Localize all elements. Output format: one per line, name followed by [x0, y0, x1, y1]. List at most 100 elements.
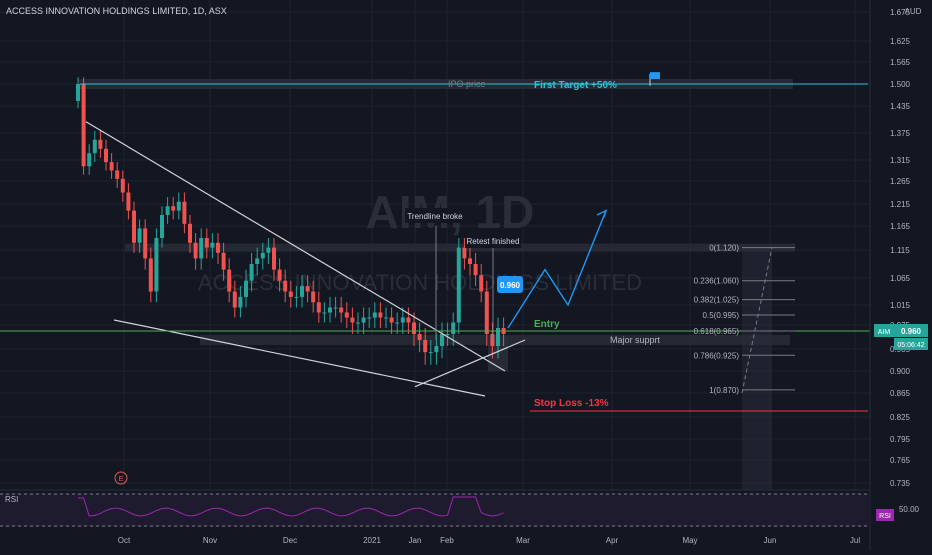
candle-body	[283, 280, 288, 292]
candle-body	[473, 264, 478, 276]
ipo-price-label: IPO price	[448, 79, 486, 89]
rsi-panel: RSI 50.00 RSI	[0, 489, 920, 527]
y-tick-label: 1.625	[890, 37, 911, 46]
x-tick-label: Apr	[606, 536, 619, 545]
candle-body	[305, 286, 310, 292]
candle-body	[412, 322, 416, 334]
symbol-title: ACCESS INNOVATION HOLDINGS LIMITED, 1D, …	[6, 6, 227, 16]
candle-body	[104, 148, 108, 163]
candle-body	[132, 210, 136, 243]
first-target-label: First Target +50%	[534, 80, 617, 91]
y-tick-label: 0.735	[890, 479, 911, 488]
candle-body	[406, 317, 411, 323]
candle-body	[238, 296, 243, 308]
x-tick-label: Oct	[118, 536, 131, 545]
candle-body	[417, 334, 422, 340]
y-tick-label: 0.825	[890, 413, 911, 422]
x-tick-label: Dec	[283, 536, 297, 545]
candle-body	[311, 291, 316, 303]
fib-level-label: 0(1.120)	[709, 244, 739, 253]
candle-body	[328, 307, 332, 313]
candle-body	[316, 302, 321, 313]
drawings	[0, 72, 870, 412]
candle-body	[440, 334, 444, 346]
forecast-arrowhead	[596, 209, 608, 218]
candle-body	[210, 242, 215, 248]
rsi-value-tag: RSI	[879, 513, 891, 520]
candle-body	[322, 312, 327, 314]
x-tick-label: Feb	[440, 536, 454, 545]
last-price-value: 0.960	[901, 327, 922, 336]
y-tick-label: 0.865	[890, 389, 911, 398]
fib-level-label: 0.382(1.025)	[694, 296, 740, 305]
y-tick-label: 1.065	[890, 274, 911, 283]
candle-body	[389, 317, 394, 323]
candle-body	[372, 312, 377, 318]
candle-body	[462, 247, 467, 259]
rsi-label: RSI	[5, 495, 18, 504]
candle-body	[143, 228, 148, 259]
y-tick-label: 1.115	[890, 246, 910, 255]
candle-body	[109, 162, 114, 171]
fib-level-label: 0.236(1.060)	[694, 277, 740, 286]
y-tick-label: 0.795	[890, 435, 911, 444]
rsi-level-label: 50.00	[899, 505, 920, 514]
candle-body	[154, 238, 159, 292]
x-axis: Oct Nov Dec 2021 Jan Feb Mar Apr May Jun Jul	[118, 536, 861, 545]
candle-body	[339, 307, 344, 313]
x-tick-label: May	[682, 536, 697, 545]
candle-body	[193, 242, 198, 259]
candle-body	[87, 153, 92, 167]
candle-body	[272, 247, 276, 270]
y-tick-label: 1.315	[890, 156, 911, 165]
fib-level-label: 0.618(0.965)	[694, 327, 740, 336]
candle-body	[255, 258, 260, 264]
candle-body	[468, 258, 472, 264]
candle-body	[137, 228, 142, 243]
candle-body	[350, 317, 355, 323]
candle-body	[176, 201, 181, 211]
y-tick-label: 1.375	[890, 129, 911, 138]
candle-body	[204, 238, 209, 248]
candle-body	[333, 307, 338, 309]
chart: AIM, 1DACCESS INNOVATION HOLDINGS LIMITE…	[0, 0, 932, 550]
candle-body	[188, 223, 192, 243]
major-support-label: Major supprt	[610, 335, 661, 345]
candle-body	[395, 322, 400, 324]
candle-body	[216, 242, 220, 253]
candle-body	[456, 247, 461, 323]
candle-body	[361, 317, 366, 323]
candle-body	[367, 317, 372, 319]
candle-body	[232, 291, 237, 308]
y-tick-label: 1.265	[890, 177, 911, 186]
candle-body	[294, 296, 299, 298]
candle-body	[266, 247, 271, 253]
candle-body	[171, 206, 176, 211]
retest-finished-label: Retest finished	[467, 237, 520, 246]
candle-body	[484, 291, 489, 334]
x-tick-label: Mar	[516, 536, 530, 545]
candle-body	[300, 286, 304, 297]
candle-body	[165, 206, 170, 215]
y-tick-label: 1.165	[890, 222, 911, 231]
candle-body	[277, 269, 282, 281]
candle-body	[479, 275, 484, 292]
candle-body	[434, 346, 439, 353]
x-tick-label: Jan	[409, 536, 422, 545]
chart-svg: AIM, 1DACCESS INNOVATION HOLDINGS LIMITE…	[0, 0, 932, 550]
y-axis: AUD1.6751.6251.5651.5001.4351.3751.3151.…	[869, 0, 932, 550]
candle-body	[160, 215, 164, 238]
y-tick-label: 1.565	[890, 58, 911, 67]
candle-body	[115, 170, 120, 179]
fib-level-label: 0.5(0.995)	[703, 311, 740, 320]
candle-body	[260, 252, 265, 259]
y-tick-label: 1.675	[890, 8, 911, 17]
candle-body	[76, 84, 80, 101]
y-tick-label: 1.215	[890, 200, 911, 209]
x-tick-label: Jun	[764, 536, 777, 545]
y-tick-label: 0.765	[890, 456, 911, 465]
candle-body	[428, 352, 433, 354]
trendline-broke-label: Trendline broke	[407, 212, 463, 221]
candle-body	[378, 312, 383, 318]
candle-body	[384, 317, 388, 319]
